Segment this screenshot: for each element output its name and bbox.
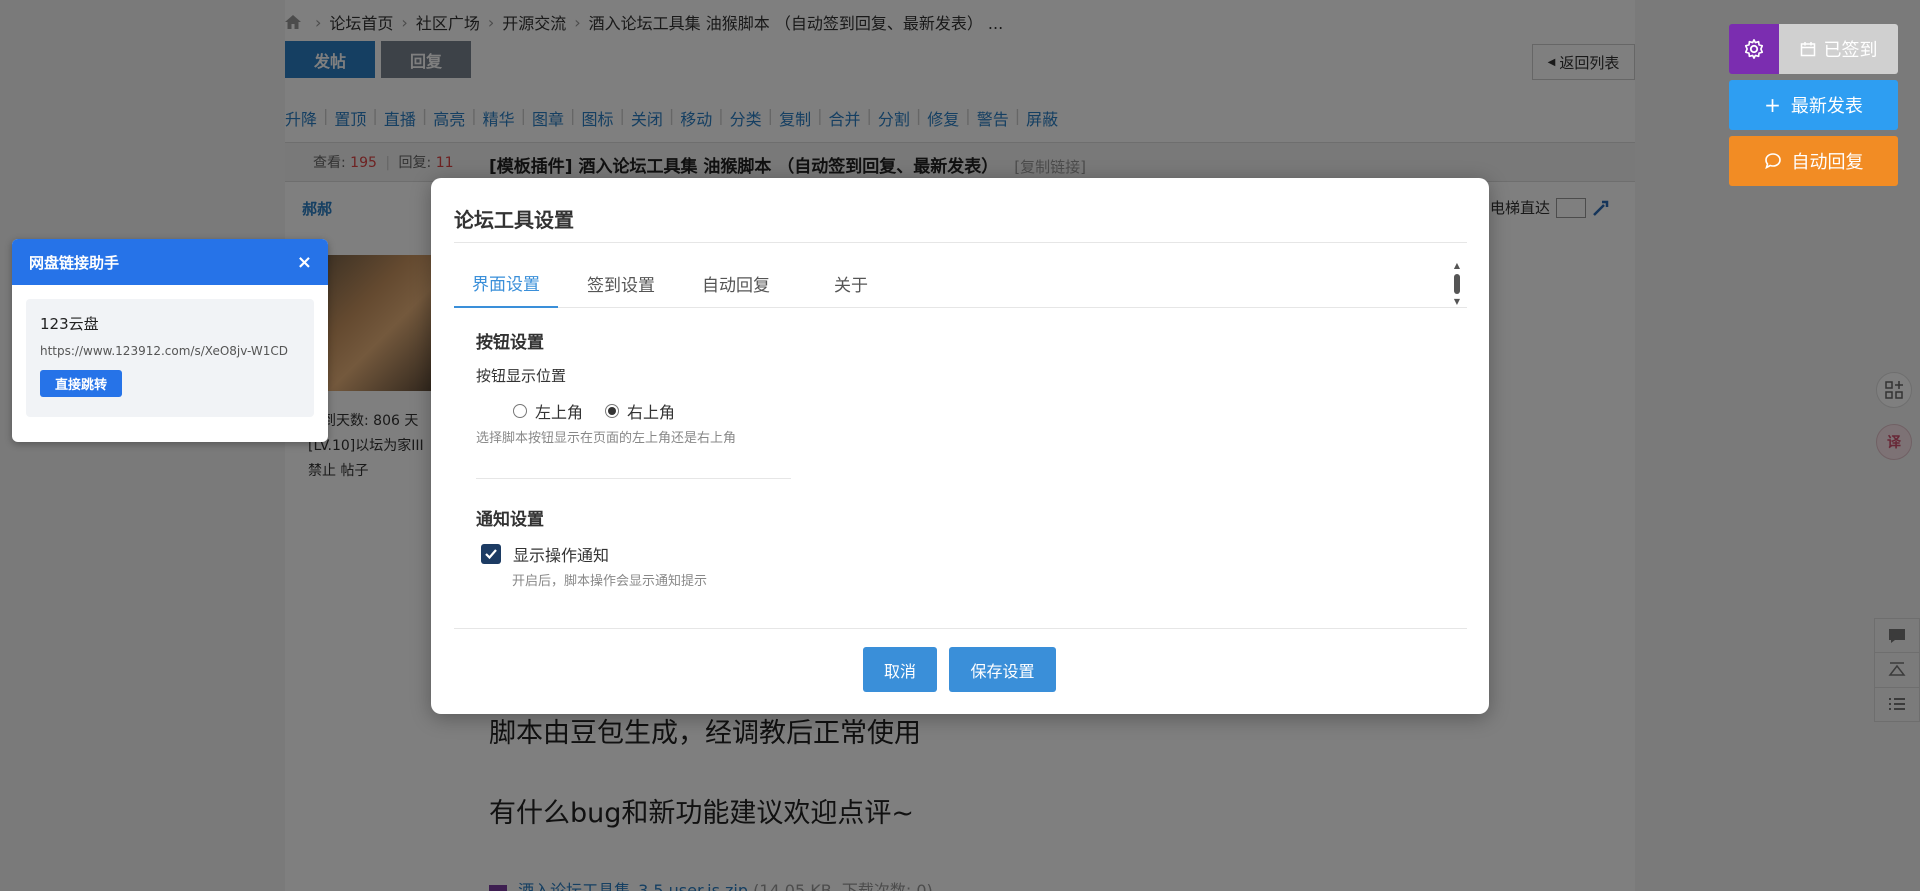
radio-top-left[interactable]: 左上角 [513,399,583,423]
modal-title: 论坛工具设置 [454,208,574,232]
section-divider [476,478,791,479]
signed-in-label: 已签到 [1823,40,1878,61]
netdisk-panel-title: 网盘链接助手 [29,253,120,272]
button-position-radio-group: 左上角 右上角 [513,399,697,423]
show-notify-checkbox[interactable] [481,544,501,564]
button-settings-heading: 按钮设置 [476,333,544,353]
tab-signin-settings[interactable]: 签到设置 [569,258,673,308]
radio-top-left-label: 左上角 [535,403,584,422]
gear-icon [1744,39,1764,59]
scroll-up-icon[interactable]: ▲ [1454,262,1460,270]
radio-top-right[interactable]: 右上角 [605,399,675,423]
netdisk-panel-header: 网盘链接助手 × [12,239,328,285]
signed-in-button[interactable]: 已签到 [1779,24,1898,74]
tab-auto-reply[interactable]: 自动回复 [684,258,788,308]
comment-icon [1764,153,1781,170]
settings-button[interactable] [1729,24,1779,74]
tab-ui-settings[interactable]: 界面设置 [454,258,558,308]
netdisk-url[interactable]: https://www.123912.com/s/XeO8jv-W1CD [40,344,300,358]
calendar-icon [1800,42,1815,57]
radio-circle-checked[interactable] [605,404,620,418]
cancel-button[interactable]: 取消 [863,647,937,692]
close-icon[interactable]: × [297,252,312,273]
scroll-down-icon[interactable]: ▼ [1454,298,1460,306]
scrollbar-thumb[interactable] [1454,274,1460,294]
tab-about[interactable]: 关于 [799,258,903,308]
settings-modal: 论坛工具设置 界面设置 签到设置 自动回复 关于 ▲ ▼ 按钮设置 按钮显示位置… [431,178,1489,714]
show-notify-checkbox-row[interactable]: 显示操作通知 [481,542,609,566]
plus-icon: + [1764,93,1781,117]
newest-posts-button[interactable]: + 最新发表 [1729,80,1898,130]
netdisk-helper-panel: 网盘链接助手 × 123云盘 https://www.123912.com/s/… [12,239,328,442]
button-position-label: 按钮显示位置 [476,367,567,385]
netdisk-link-card: 123云盘 https://www.123912.com/s/XeO8jv-W1… [26,299,314,417]
tabs-scrollbar[interactable]: ▲ ▼ [1451,262,1463,306]
newest-posts-label: 最新发表 [1790,96,1863,117]
radio-top-right-label: 右上角 [627,403,676,422]
check-icon [485,549,497,560]
radio-circle[interactable] [513,404,527,418]
notify-settings-heading: 通知设置 [476,510,544,530]
notify-hint: 开启后，脚本操作会显示通知提示 [512,574,708,589]
direct-jump-button[interactable]: 直接跳转 [40,370,122,397]
show-notify-label: 显示操作通知 [513,546,610,565]
divider [454,242,1467,243]
divider [454,628,1467,629]
settings-tabs: 界面设置 签到设置 自动回复 关于 [454,258,1467,308]
auto-reply-label: 自动回复 [1791,152,1864,173]
auto-reply-button[interactable]: 自动回复 [1729,136,1898,186]
netdisk-name: 123云盘 [40,315,99,333]
save-settings-button[interactable]: 保存设置 [949,647,1056,692]
button-position-hint: 选择脚本按钮显示在页面的左上角还是右上角 [476,431,737,446]
